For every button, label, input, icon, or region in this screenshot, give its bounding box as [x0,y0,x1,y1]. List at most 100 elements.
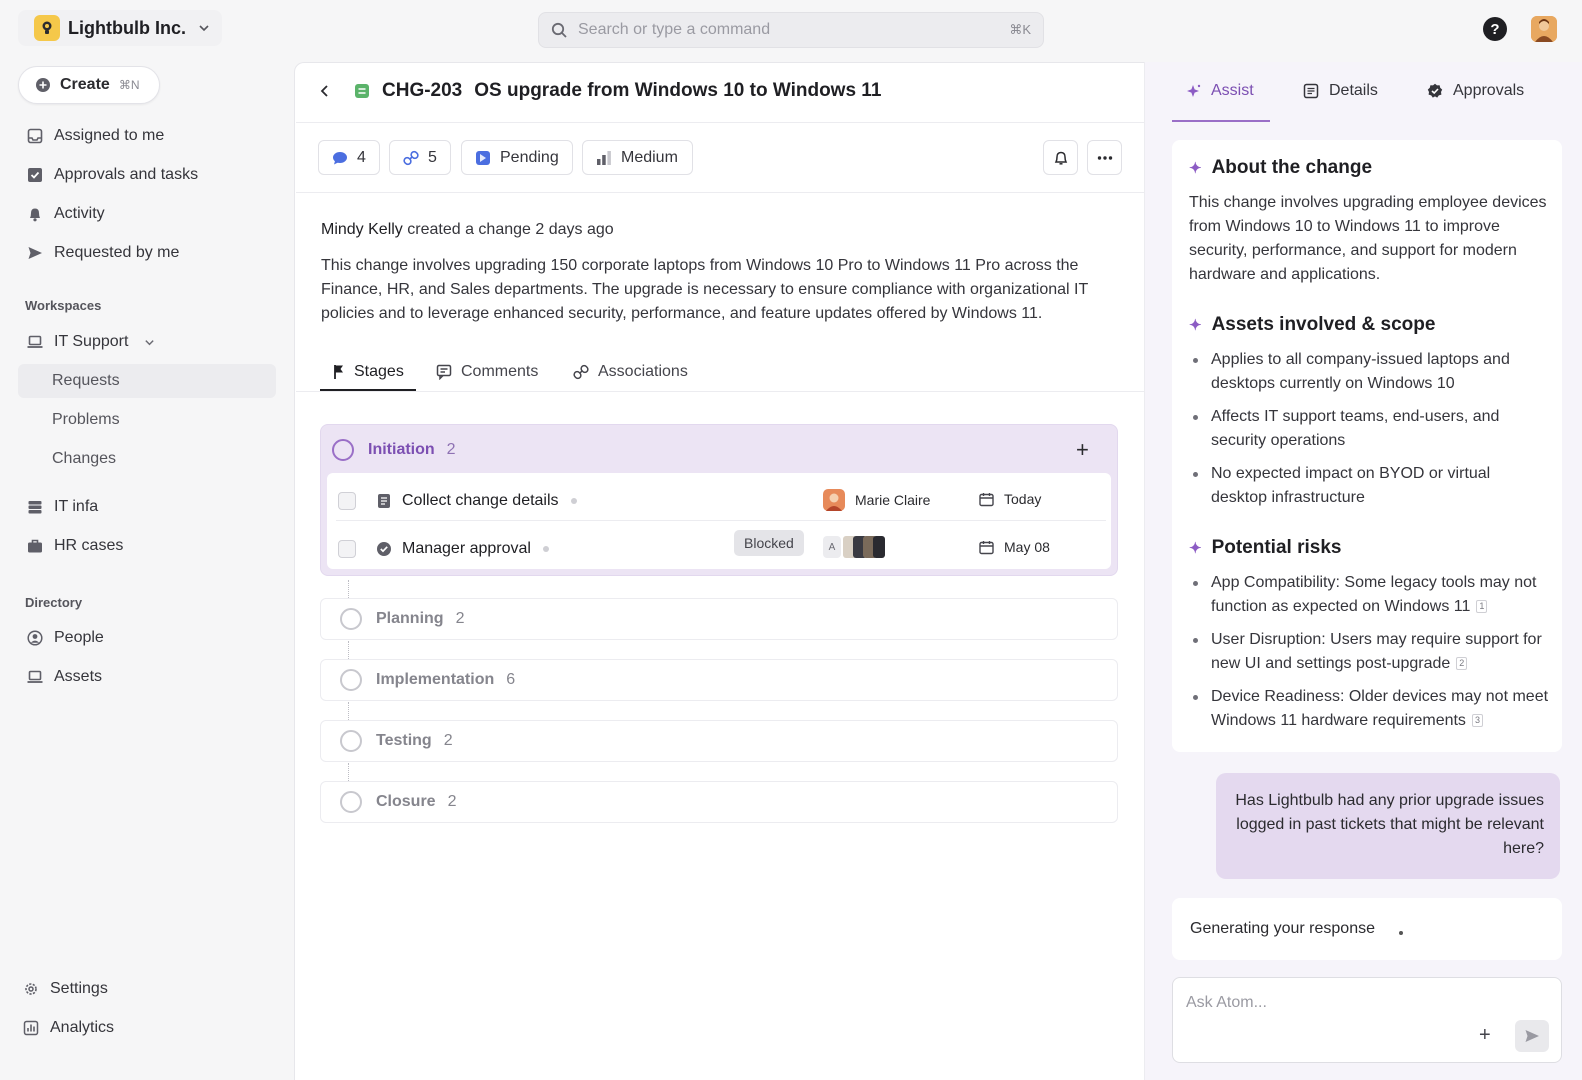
list-item: User Disruption: Users may require suppo… [1189,628,1549,676]
chevron-down-icon [144,337,155,348]
comment-icon [436,364,452,380]
priority-badge[interactable]: Medium [582,140,693,175]
search-icon [551,22,568,39]
risk-text: App Compatibility: Some legacy tools may… [1211,574,1537,615]
send-icon [26,244,44,262]
create-button[interactable]: Create ⌘N [18,66,160,104]
citation-badge[interactable]: 2 [1456,657,1468,670]
more-options-button[interactable] [1087,140,1122,175]
stage-implementation[interactable]: Implementation 6 [320,659,1118,701]
tabs-divider [296,391,1144,392]
ask-input[interactable]: Ask Atom... + [1172,977,1562,1063]
avatar[interactable] [1531,16,1557,42]
sidebar-item-it-support[interactable]: IT Support [18,325,276,359]
sidebar-item-assets[interactable]: Assets [18,660,276,694]
activity-author[interactable]: Mindy Kelly [321,221,403,238]
citation-badge[interactable]: 1 [1476,600,1488,613]
tab-label: Assist [1211,82,1254,99]
document-icon [376,493,392,509]
tab-approvals[interactable]: Approvals [1427,77,1524,105]
stage-count: 2 [446,441,456,458]
sidebar-item-label: Analytics [50,1019,115,1036]
plus-circle-icon [35,77,51,93]
search-bar[interactable]: Search or type a command ⌘K [538,12,1044,48]
laptop-icon [26,333,44,351]
stage-count: 6 [506,671,516,688]
task-row-divider [336,520,1106,521]
stage-header-initiation[interactable]: Initiation 2 [332,434,456,466]
tab-details[interactable]: Details [1303,77,1378,105]
task-due-date[interactable]: May 08 [979,539,1050,555]
sidebar-item-approvals[interactable]: Approvals and tasks [18,158,276,192]
stage-status-ring [340,608,362,630]
status-badge[interactable]: Pending [461,140,573,175]
task-name: Collect change details [402,492,559,509]
sidebar-item-assigned[interactable]: Assigned to me [18,119,276,153]
gear-icon [22,980,40,998]
notify-button[interactable] [1043,140,1078,175]
links-count-chip[interactable]: 5 [389,140,451,175]
stage-status-ring [340,669,362,691]
tab-comments[interactable]: Comments [436,355,538,389]
back-icon[interactable] [318,84,332,98]
add-task-icon[interactable]: + [1076,439,1089,461]
stage-testing[interactable]: Testing 2 [320,720,1118,762]
help-icon[interactable]: ? [1483,17,1507,41]
assignee-name: Marie Claire [855,492,931,508]
stage-closure[interactable]: Closure 2 [320,781,1118,823]
sidebar-item-label: Activity [54,205,105,222]
sidebar-item-requests[interactable]: Requests [18,364,276,398]
lightbulb-logo-icon [34,15,60,41]
attach-plus-icon[interactable]: + [1479,1024,1491,1047]
stage-count: 2 [455,610,465,627]
comments-count-chip[interactable]: 4 [318,140,380,175]
sidebar-item-hr-cases[interactable]: HR cases [18,529,276,563]
send-button[interactable] [1515,1020,1549,1052]
stage-planning[interactable]: Planning 2 [320,598,1118,640]
list-item: No expected impact on BYOD or virtual de… [1189,462,1549,510]
stage-status-ring [340,730,362,752]
active-tab-indicator [1172,120,1270,122]
sidebar-item-label: HR cases [54,537,124,554]
workspaces-heading: Workspaces [25,298,102,313]
document-icon [1303,83,1319,99]
change-type-icon [354,83,370,99]
send-icon [1525,1030,1539,1042]
task-approvers[interactable]: A [823,536,885,558]
sidebar-item-it-infa[interactable]: IT infa [18,490,276,524]
sparkle-icon: ✦ [1189,317,1202,334]
org-switcher[interactable]: Lightbulb Inc. [18,10,222,46]
bell-icon [26,205,44,223]
list-item: Applies to all company-issued laptops an… [1189,348,1549,396]
sidebar-item-label: Requested by me [54,244,180,261]
sidebar-item-label: IT infa [54,498,99,515]
tab-stages[interactable]: Stages [333,355,404,389]
sidebar-item-problems[interactable]: Problems [18,403,276,437]
task-checkbox[interactable] [338,540,356,558]
sidebar-item-people[interactable]: People [18,621,276,655]
bell-icon [1053,150,1069,166]
task-due-date[interactable]: Today [979,491,1041,507]
task-assignee[interactable]: Marie Claire [823,489,930,511]
ticket-header: CHG-203 OS upgrade from Windows 10 to Wi… [318,76,881,106]
risk-text: Device Readiness: Older devices may not … [1211,688,1549,729]
approver-initial-avatar: A [823,536,841,558]
sidebar-item-settings[interactable]: Settings [14,972,272,1006]
checkbox-icon [26,166,44,184]
tab-assist[interactable]: Assist [1186,77,1254,105]
inbox-icon [26,127,44,145]
citation-badge[interactable]: 3 [1471,714,1483,727]
flag-icon [333,364,345,380]
stage-connector [348,702,349,720]
sidebar-item-requested[interactable]: Requested by me [18,236,276,270]
tab-label: Associations [598,363,688,380]
due-date-label: Today [1004,491,1042,507]
sidebar-item-activity[interactable]: Activity [18,197,276,231]
sidebar-item-label: Problems [52,411,120,428]
sidebar-item-label: Requests [52,372,120,389]
stage-status-ring [332,439,354,461]
sidebar-item-changes[interactable]: Changes [18,442,276,476]
sidebar-item-analytics[interactable]: Analytics [14,1011,272,1045]
tab-associations[interactable]: Associations [573,355,688,389]
task-checkbox[interactable] [338,492,356,510]
